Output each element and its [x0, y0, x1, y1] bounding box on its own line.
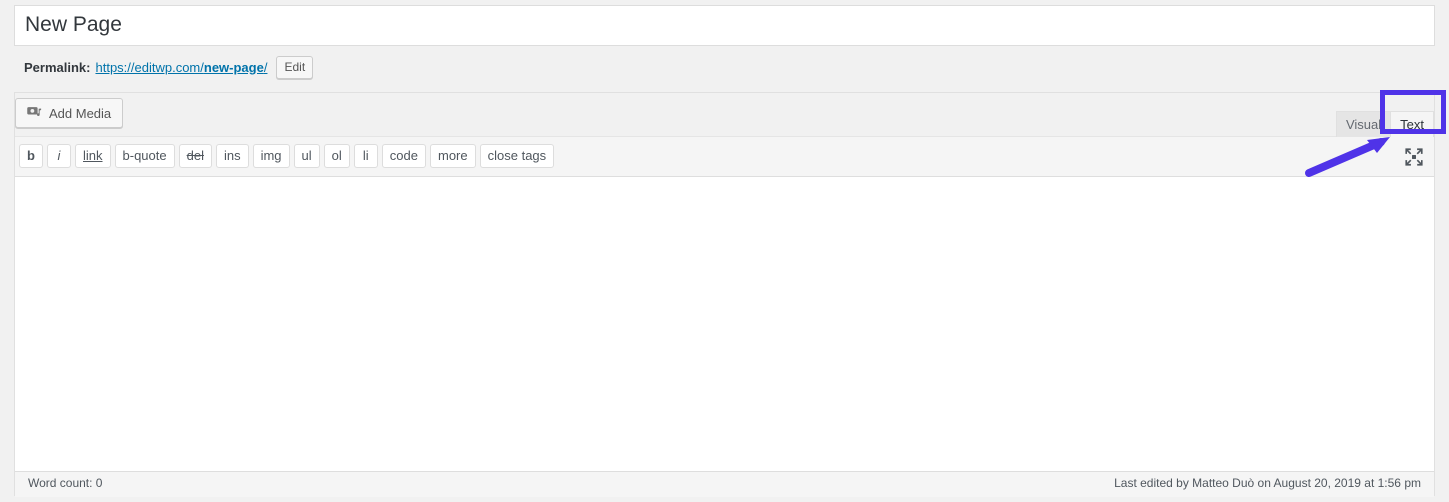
editor-mode-tabs: Visual Text: [1335, 109, 1434, 137]
permalink-slug: new-page: [203, 59, 264, 75]
post-title-input[interactable]: [15, 6, 1434, 45]
quicktag-li[interactable]: li: [353, 144, 378, 168]
last-edited-info: Last edited by Matteo Duò on August 20, …: [1114, 476, 1421, 490]
editor-container: Add Media Visual Text b i link b-quote d…: [14, 92, 1435, 497]
word-count: Word count: 0: [28, 476, 103, 490]
quicktags-button-group: b i link b-quote del ins img ul ol li co…: [19, 144, 555, 168]
post-title-field[interactable]: [14, 5, 1435, 46]
tab-text[interactable]: Text: [1390, 111, 1434, 137]
permalink-edit-button[interactable]: Edit: [276, 55, 314, 79]
editor-status-bar: Word count: 0 Last edited by Matteo Duò …: [15, 471, 1434, 497]
permalink-prefix: https://editwp.com/: [95, 59, 204, 75]
quicktags-toolbar: b i link b-quote del ins img ul ol li co…: [15, 137, 1434, 177]
fullscreen-expand-icon[interactable]: [1403, 146, 1425, 168]
quicktag-img[interactable]: img: [252, 144, 290, 168]
quicktag-italic[interactable]: i: [47, 144, 71, 168]
quicktag-ol[interactable]: ol: [323, 144, 350, 168]
editor-text-area[interactable]: [15, 177, 1434, 471]
media-buttons-bar: Add Media Visual Text: [15, 93, 1434, 137]
permalink-label: Permalink:: [24, 59, 91, 75]
add-media-button[interactable]: Add Media: [15, 98, 124, 128]
quicktag-del[interactable]: del: [178, 144, 212, 168]
quicktag-ins[interactable]: ins: [215, 144, 249, 168]
add-media-label: Add Media: [49, 105, 112, 121]
media-icon: [25, 104, 43, 122]
quicktag-more[interactable]: more: [430, 144, 476, 168]
quicktag-code[interactable]: code: [381, 144, 426, 168]
permalink-link[interactable]: https://editwp.com/new-page/: [95, 60, 267, 75]
quicktag-bold[interactable]: b: [19, 144, 43, 168]
quicktag-close-tags[interactable]: close tags: [479, 144, 555, 168]
content-textarea[interactable]: [15, 177, 1434, 471]
wordpress-classic-editor: Permalink: https://editwp.com/new-page/ …: [0, 0, 1449, 502]
quicktag-ul[interactable]: ul: [293, 144, 320, 168]
quicktag-blockquote[interactable]: b-quote: [114, 144, 175, 168]
permalink-suffix: /: [263, 59, 268, 75]
permalink: Permalink: https://editwp.com/new-page/ …: [24, 55, 314, 79]
tab-visual[interactable]: Visual: [1335, 111, 1392, 137]
quicktag-link[interactable]: link: [75, 144, 111, 168]
